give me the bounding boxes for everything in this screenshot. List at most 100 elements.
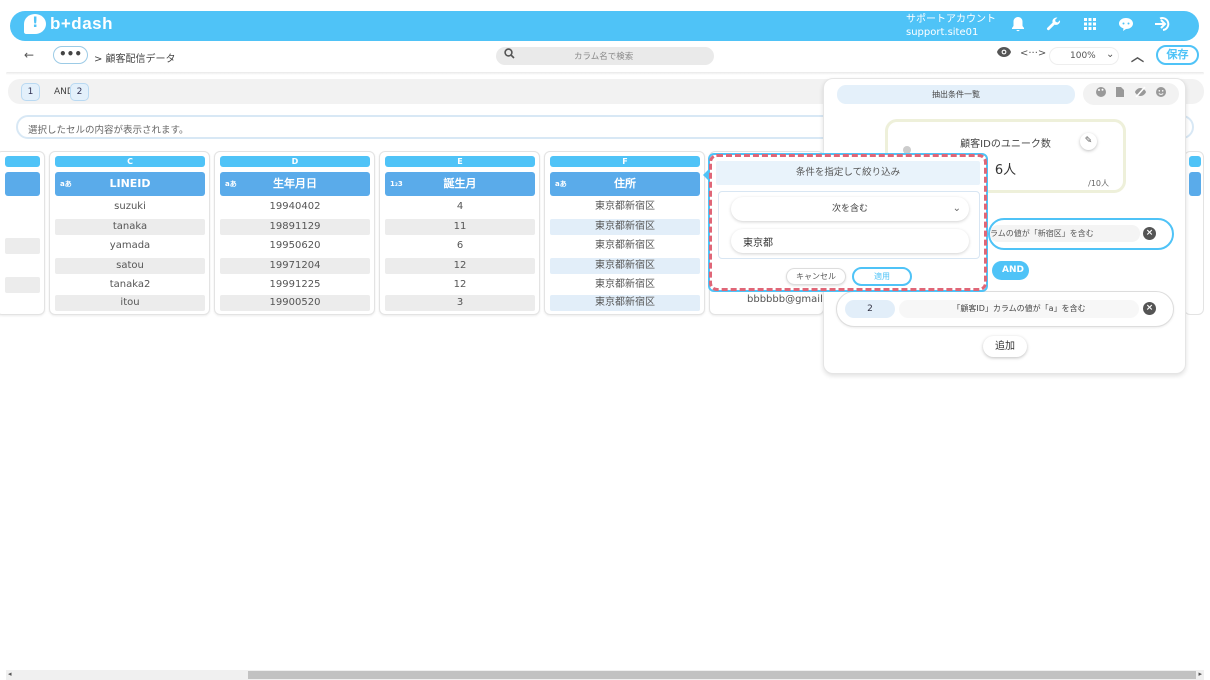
back-arrow-icon[interactable]: ← bbox=[24, 48, 34, 62]
wrench-icon[interactable] bbox=[1044, 16, 1064, 36]
breadcrumb[interactable]: > 顧客配信データ bbox=[94, 50, 176, 65]
sub-toolbar: ← ••• > 顧客配信データ カラム名で検索 <···> 100% ⌄ ︿ 保… bbox=[0, 44, 1210, 70]
close-icon[interactable]: × bbox=[1143, 227, 1156, 240]
condition-rule-2[interactable]: 2 「顧客ID」カラムの値が「a」を含む × bbox=[836, 291, 1174, 327]
logout-icon[interactable] bbox=[1152, 16, 1172, 36]
column-card-partial bbox=[0, 151, 45, 315]
table-cell[interactable]: 12 bbox=[385, 277, 535, 293]
table-cell[interactable]: 19900520 bbox=[220, 295, 370, 311]
eye-off-icon[interactable] bbox=[1134, 86, 1147, 101]
text-type-icon: aあ bbox=[60, 180, 72, 188]
condition-chip-1[interactable]: 1 bbox=[21, 83, 40, 101]
table-cell[interactable]: 東京都新宿区 bbox=[550, 295, 700, 311]
column-card-c: C aあ LINEID suzuki tanaka yamada satou t… bbox=[49, 151, 210, 315]
scroll-right-icon[interactable]: ▸ bbox=[1198, 670, 1202, 678]
unique-count-total: /10人 bbox=[1088, 179, 1109, 188]
smiley-icon[interactable] bbox=[1155, 86, 1167, 101]
column-header[interactable]: aあ 住所 bbox=[550, 172, 700, 196]
table-cell[interactable]: 12 bbox=[385, 258, 535, 274]
table-cell[interactable]: tanaka2 bbox=[55, 277, 205, 293]
logo[interactable]: b+dash bbox=[24, 14, 113, 34]
column-name: 生年月日 bbox=[273, 177, 317, 190]
close-icon[interactable]: × bbox=[1143, 302, 1156, 315]
column-header[interactable]: aあ LINEID bbox=[55, 172, 205, 196]
column-search[interactable]: カラム名で検索 bbox=[496, 47, 714, 65]
table-cell[interactable]: 19971204 bbox=[220, 258, 370, 274]
account-site: support.site01 bbox=[906, 27, 979, 38]
chevron-up-icon[interactable]: ︿ bbox=[1131, 46, 1144, 65]
chevron-down-icon: ⌄ bbox=[1106, 49, 1115, 60]
condition-rule-text: ラムの値が「新宿区」を含む bbox=[990, 225, 1140, 242]
filter-operator-value: 次を含む bbox=[831, 204, 868, 214]
chevron-down-icon: ⌄ bbox=[952, 203, 961, 214]
column-card-partial-right bbox=[1184, 151, 1204, 315]
table-cell[interactable]: 19950620 bbox=[220, 238, 370, 254]
column-header[interactable] bbox=[5, 172, 40, 196]
table-cell[interactable]: 東京都新宿区 bbox=[550, 238, 700, 254]
add-condition-button[interactable]: 追加 bbox=[983, 336, 1027, 357]
column-card-e: E 1₂3 誕生月 4 11 6 12 12 3 bbox=[379, 151, 540, 315]
filter-value-input[interactable] bbox=[731, 229, 969, 253]
column-name: LINEID bbox=[109, 177, 151, 190]
document-icon[interactable] bbox=[1115, 86, 1125, 101]
table-cell[interactable]: itou bbox=[55, 295, 205, 311]
code-icon[interactable]: <···> bbox=[1020, 48, 1046, 59]
zoom-select[interactable]: 100% ⌄ bbox=[1049, 47, 1119, 65]
horizontal-scrollbar[interactable]: ◂ ▸ bbox=[6, 670, 1204, 680]
table-cell[interactable]: 19991225 bbox=[220, 277, 370, 293]
table-cell[interactable] bbox=[5, 219, 40, 235]
table-cell[interactable] bbox=[5, 296, 40, 312]
table-cell[interactable] bbox=[5, 258, 40, 274]
column-letter[interactable]: F bbox=[550, 156, 700, 167]
table-cell[interactable]: tanaka bbox=[55, 219, 205, 235]
condition-rule-number: 2 bbox=[845, 300, 895, 318]
column-header[interactable]: aあ 生年月日 bbox=[220, 172, 370, 196]
edit-icon[interactable]: ✎ bbox=[1080, 133, 1097, 150]
table-cell[interactable]: 4 bbox=[385, 199, 535, 215]
column-letter[interactable]: D bbox=[220, 156, 370, 167]
filter-operator-select[interactable]: 次を含む ⌄ bbox=[731, 197, 969, 221]
condition-rule-1[interactable]: ラムの値が「新宿区」を含む × bbox=[988, 218, 1174, 250]
table-cell[interactable]: yamada bbox=[55, 238, 205, 254]
scroll-thumb[interactable] bbox=[248, 671, 1196, 679]
column-card-f: F aあ 住所 東京都新宿区 東京都新宿区 東京都新宿区 東京都新宿区 東京都新… bbox=[544, 151, 705, 315]
more-button[interactable]: ••• bbox=[53, 46, 88, 64]
column-letter[interactable]: C bbox=[55, 156, 205, 167]
column-header[interactable] bbox=[1189, 172, 1201, 196]
table-cell[interactable]: 東京都新宿区 bbox=[550, 277, 700, 293]
chat-bot-icon[interactable] bbox=[1116, 16, 1136, 36]
table-cell[interactable]: 東京都新宿区 bbox=[550, 199, 700, 215]
search-input[interactable]: カラム名で検索 bbox=[574, 50, 633, 62]
column-letter[interactable] bbox=[5, 156, 40, 167]
table-cell[interactable]: suzuki bbox=[55, 199, 205, 215]
table-cell[interactable]: 11 bbox=[385, 219, 535, 235]
cancel-button[interactable]: キャンセル bbox=[786, 268, 846, 285]
grid-icon[interactable] bbox=[1080, 16, 1100, 36]
table-cell[interactable]: 6 bbox=[385, 238, 535, 254]
account-info[interactable]: サポートアカウント support.site01 bbox=[906, 13, 996, 39]
tab-extraction-list[interactable]: 抽出条件一覧 bbox=[837, 85, 1075, 104]
table-cell[interactable]: 3 bbox=[385, 295, 535, 311]
table-cell[interactable]: 東京都新宿区 bbox=[550, 258, 700, 274]
condition-chip-2[interactable]: 2 bbox=[70, 83, 89, 101]
table-cell[interactable]: 東京都新宿区 bbox=[550, 219, 700, 235]
eye-icon[interactable] bbox=[996, 46, 1012, 62]
save-button[interactable]: 保存 bbox=[1156, 45, 1199, 65]
column-card-d: D aあ 生年月日 19940402 19891129 19950620 199… bbox=[214, 151, 375, 315]
top-bar: b+dash サポートアカウント support.site01 bbox=[10, 11, 1199, 41]
palette-icon[interactable] bbox=[1095, 86, 1107, 101]
filter-title: 条件を指定して絞り込み bbox=[716, 161, 980, 185]
column-letter[interactable]: E bbox=[385, 156, 535, 167]
text-type-icon: aあ bbox=[225, 180, 237, 188]
table-cell[interactable]: satou bbox=[55, 258, 205, 274]
table-cell[interactable] bbox=[5, 238, 40, 254]
and-toggle[interactable]: AND bbox=[992, 261, 1029, 280]
table-cell[interactable]: 19940402 bbox=[220, 199, 370, 215]
apply-button[interactable]: 適用 bbox=[852, 267, 912, 286]
table-cell[interactable] bbox=[5, 277, 40, 293]
table-cell[interactable]: 19891129 bbox=[220, 219, 370, 235]
bell-icon[interactable] bbox=[1008, 16, 1028, 36]
scroll-left-icon[interactable]: ◂ bbox=[8, 670, 12, 678]
column-header[interactable]: 1₂3 誕生月 bbox=[385, 172, 535, 196]
column-letter[interactable] bbox=[1189, 156, 1201, 167]
